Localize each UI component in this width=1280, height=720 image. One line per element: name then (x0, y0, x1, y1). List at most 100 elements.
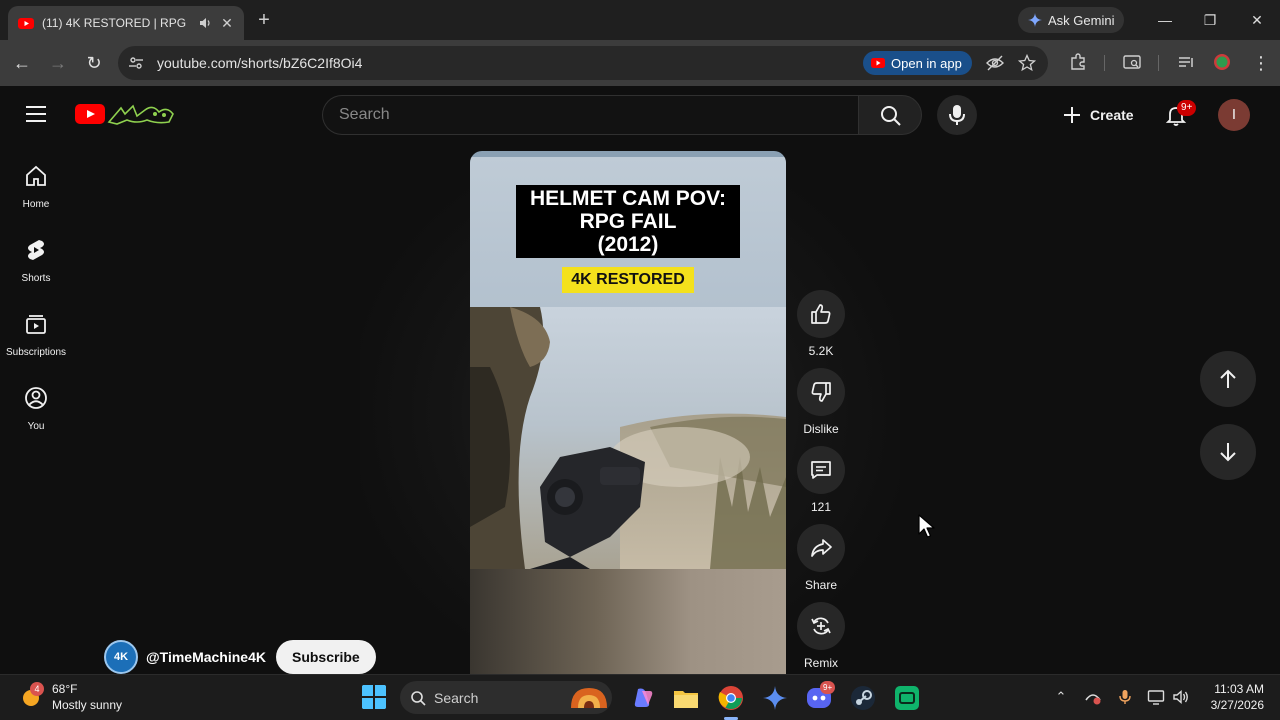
back-icon[interactable]: ← (11, 52, 33, 74)
gemini-icon (1028, 13, 1042, 27)
close-window-icon[interactable]: ✕ (1247, 10, 1267, 30)
youtube-favicon-icon (18, 18, 34, 29)
site-info-icon[interactable] (128, 55, 144, 71)
guide-item-shorts[interactable]: Shorts (0, 238, 72, 300)
thumbs-down-icon (811, 382, 831, 402)
browser-tab-active[interactable]: (11) 4K RESTORED | RPG Fai ✕ (8, 6, 244, 40)
comments-button[interactable] (797, 446, 845, 494)
channel-avatar[interactable]: 4K (104, 640, 138, 674)
reload-icon[interactable]: ↻ (83, 52, 105, 74)
toolbar-divider (1158, 55, 1159, 71)
bookmark-star-icon[interactable] (1018, 54, 1036, 72)
gemini-app-icon[interactable] (762, 685, 788, 711)
display-icon[interactable] (1147, 688, 1165, 706)
share-action: Share (797, 524, 845, 592)
remix-icon (811, 617, 831, 635)
media-app-icon[interactable] (894, 685, 920, 711)
video-caption-tag: 4K RESTORED (562, 267, 694, 293)
browser-menu-icon[interactable]: ⋮ (1250, 52, 1272, 74)
file-explorer-icon[interactable] (673, 685, 699, 711)
channel-name[interactable]: @TimeMachine4K (146, 649, 266, 665)
create-label: Create (1090, 107, 1134, 123)
tab-close-icon[interactable]: ✕ (220, 16, 234, 30)
arrow-down-icon (1220, 443, 1236, 462)
open-in-app-button[interactable]: Open in app (863, 51, 972, 75)
channel-row: 4K @TimeMachine4K Subscribe (104, 640, 376, 674)
youtube-search-button[interactable] (858, 95, 922, 135)
share-icon (811, 539, 832, 557)
like-count: 5.2K (808, 344, 834, 358)
you-icon (25, 387, 47, 409)
remix-button[interactable] (797, 602, 845, 650)
weather-temperature: 68°F (52, 682, 78, 696)
ask-gemini-label: Ask Gemini (1048, 12, 1115, 28)
minimize-icon[interactable]: — (1155, 10, 1175, 30)
volume-icon[interactable] (1172, 688, 1190, 706)
profile-icon[interactable] (1212, 52, 1232, 72)
remix-label: Remix (803, 656, 838, 670)
like-button[interactable] (797, 290, 845, 338)
url-text: youtube.com/shorts/bZ6C2If8Oi4 (157, 55, 363, 71)
toolbar-divider (1104, 55, 1105, 71)
tray-overflow-icon[interactable]: ⌃ (1052, 688, 1070, 706)
guide-label-subscriptions: Subscriptions (5, 347, 67, 358)
logo-doodle-icon[interactable] (107, 102, 177, 126)
voice-search-button[interactable] (937, 95, 977, 135)
guide-menu-icon[interactable] (26, 106, 46, 122)
guide-item-subscriptions[interactable]: Subscriptions (0, 312, 72, 374)
dislike-action: Dislike (797, 368, 845, 436)
browser-toolbar: ← → ↻ youtube.com/shorts/bZ6C2If8Oi4 Ope… (0, 40, 1280, 86)
address-bar[interactable]: youtube.com/shorts/bZ6C2If8Oi4 Open in a… (118, 46, 1048, 80)
search-icon (881, 106, 901, 126)
steam-icon[interactable] (850, 685, 876, 711)
guide-label-shorts: Shorts (21, 273, 51, 284)
youtube-logo[interactable] (75, 104, 105, 124)
system-clock[interactable]: 11:03 AM 3/27/2026 (1198, 681, 1264, 713)
new-tab-icon[interactable]: + (254, 10, 274, 30)
windows-search-box[interactable]: Search (400, 681, 612, 714)
comments-action: 121 (797, 446, 845, 514)
tab-title: (11) 4K RESTORED | RPG Fai (42, 16, 190, 30)
media-control-icon[interactable] (1176, 52, 1196, 72)
video-caption-title: HELMET CAM POV: RPG FAIL (2012) (516, 185, 740, 258)
arrow-up-icon (1220, 369, 1236, 388)
account-avatar[interactable]: I (1218, 99, 1250, 131)
guide-item-you[interactable]: You (0, 386, 72, 448)
forward-icon[interactable]: → (47, 52, 69, 74)
comment-count: 121 (810, 500, 832, 514)
dislike-button[interactable] (797, 368, 845, 416)
subscribe-button[interactable]: Subscribe (275, 640, 376, 674)
guide-item-home[interactable]: Home (0, 164, 72, 226)
youtube-search-box[interactable] (322, 95, 858, 135)
extensions-icon[interactable] (1068, 52, 1088, 72)
youtube-masthead: Create I (0, 86, 1280, 144)
search-highlight-icon (571, 688, 607, 708)
comment-icon (811, 461, 831, 479)
shorts-video-player[interactable]: HELMET CAM POV: RPG FAIL (2012) 4K RESTO… (470, 151, 786, 674)
speaker-icon[interactable] (198, 16, 212, 30)
search-icon (411, 690, 426, 706)
video-frame-scene (470, 307, 786, 569)
clock-date: 3/27/2026 (1210, 698, 1264, 712)
weather-badge: 4 (30, 682, 44, 696)
weather-widget[interactable]: 4 68°F Mostly sunny (18, 681, 122, 713)
youtube-search-input[interactable] (323, 96, 858, 134)
next-short-button[interactable] (1200, 424, 1256, 480)
tab-search-icon[interactable] (1122, 52, 1142, 72)
ask-gemini-button[interactable]: Ask Gemini (1018, 7, 1125, 33)
guide-label-home: Home (22, 199, 50, 210)
chrome-icon[interactable] (718, 685, 744, 711)
eye-off-icon[interactable] (986, 54, 1004, 72)
share-button[interactable] (797, 524, 845, 572)
copilot-icon[interactable] (630, 685, 656, 711)
windows-start-icon[interactable] (361, 684, 387, 710)
microphone-icon (949, 105, 965, 125)
create-button[interactable]: Create (1052, 95, 1144, 135)
video-frame-lower (470, 569, 786, 674)
thumbs-up-icon (811, 304, 831, 324)
restore-icon[interactable]: ❐ (1200, 10, 1220, 30)
open-in-app-label: Open in app (891, 55, 962, 71)
network-warning-icon[interactable] (1084, 688, 1102, 706)
previous-short-button[interactable] (1200, 351, 1256, 407)
microphone-tray-icon[interactable] (1116, 688, 1134, 706)
